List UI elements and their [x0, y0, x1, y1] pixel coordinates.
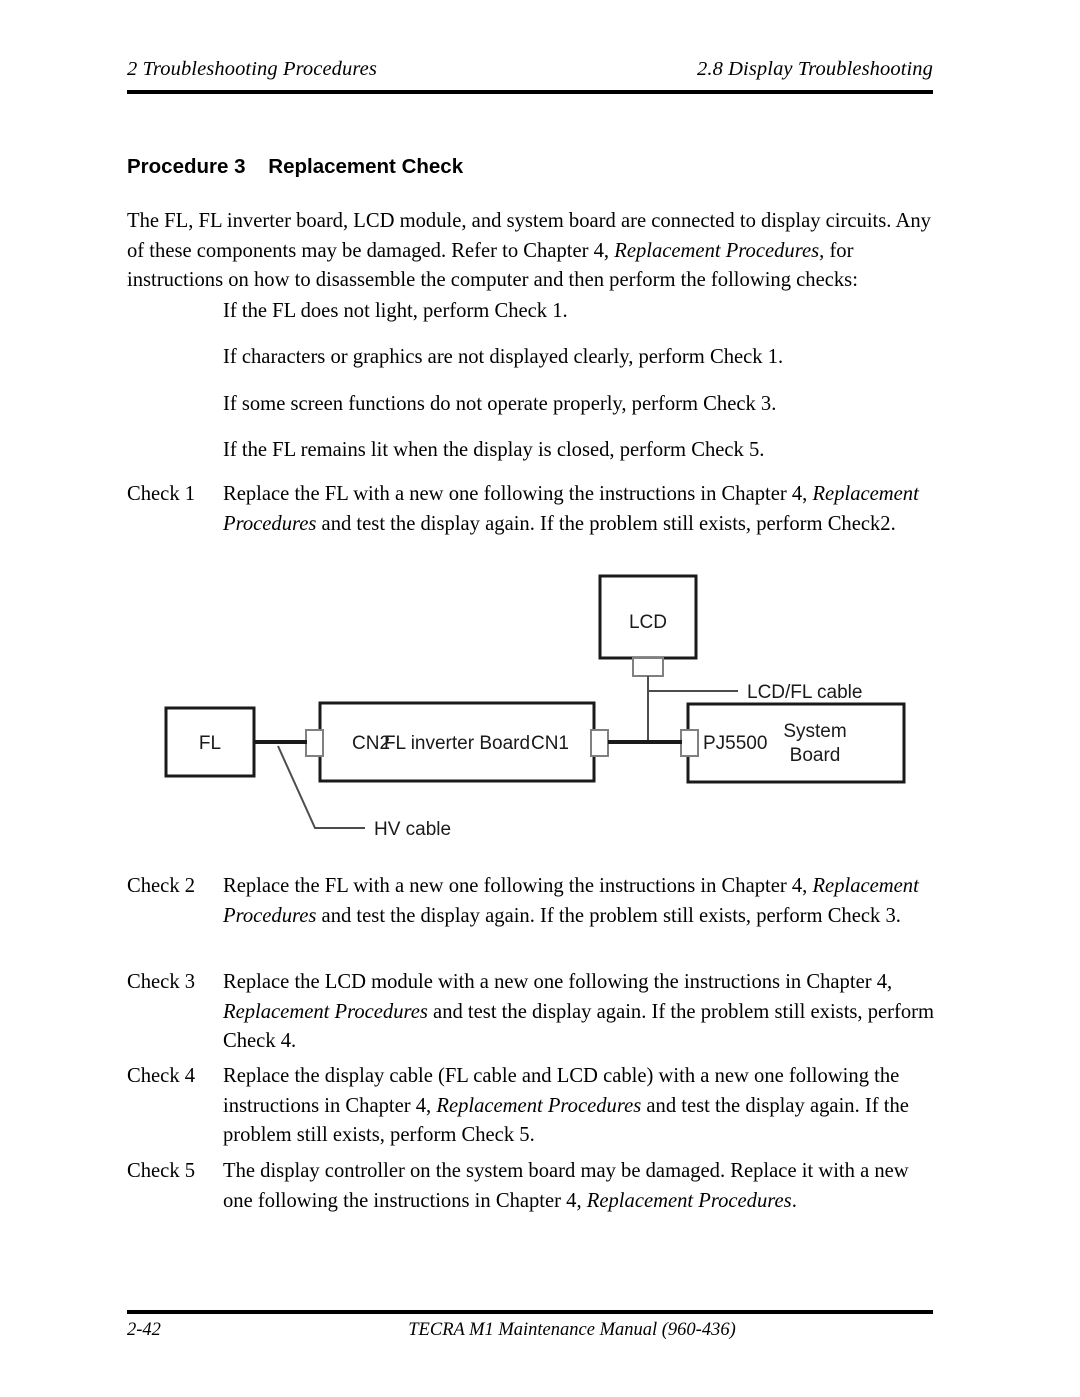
- check-3-before: Replace the LCD module with a new one fo…: [223, 971, 893, 993]
- check-1-after: and test the display again. If the probl…: [316, 512, 896, 535]
- lcd-fl-cable-label: LCD/FL cable: [747, 682, 862, 703]
- check-4-italic: Replacement Procedures: [436, 1094, 642, 1117]
- check-block-2: Check 2 Replace the FL with a new one fo…: [127, 872, 933, 964]
- condition-line-4: If the FL remains lit when the display i…: [223, 439, 765, 461]
- check-2-after: and test the display again. If the probl…: [316, 904, 901, 927]
- hv-cable-label: HV cable: [374, 819, 451, 840]
- running-head-left: 2 Troubleshooting Procedures: [127, 58, 377, 80]
- cn2-connector-tab: [305, 729, 324, 757]
- condition-line-3: If some screen functions do not operate …: [223, 393, 777, 415]
- check-block-5: Check 5 The display controller on the sy…: [127, 1157, 933, 1219]
- check-block-4: Check 4 Replace the display cable (FL ca…: [127, 1062, 933, 1154]
- intro-italic-title: Replacement Procedures,: [614, 239, 825, 262]
- check-label-5: Check 5: [127, 1160, 196, 1182]
- fl-label: FL: [199, 733, 221, 754]
- check-5-italic: Replacement Procedures: [586, 1189, 792, 1212]
- condition-line-1: If the FL does not light, perform Check …: [223, 300, 568, 322]
- check-3-italic: Replacement Procedures: [223, 1000, 428, 1023]
- check-body-5: The display controller on the system boa…: [223, 1157, 935, 1216]
- check-body-3: Replace the LCD module with a new one fo…: [223, 968, 935, 1057]
- check-1-before: Replace the FL with a new one following …: [223, 483, 813, 505]
- pj5500-connector-tab: [680, 729, 699, 757]
- cn1-label: CN1: [531, 733, 569, 754]
- check-body-1: Replace the FL with a new one following …: [223, 480, 935, 539]
- system-board-label-line2: Board: [790, 745, 841, 766]
- check-body-2: Replace the FL with a new one following …: [223, 872, 935, 931]
- lcd-connector-tab: [632, 657, 664, 677]
- check-5-after: .: [791, 1189, 797, 1212]
- check-block-3: Check 3 Replace the LCD module with a ne…: [127, 968, 935, 1060]
- check-label-2: Check 2: [127, 875, 196, 897]
- check-label-1: Check 1: [127, 483, 196, 505]
- running-head: 2 Troubleshooting Procedures 2.8 Display…: [127, 58, 933, 81]
- intro-paragraph: The FL, FL inverter board, LCD module, a…: [127, 207, 933, 296]
- check-label-3: Check 3: [127, 971, 196, 993]
- check-block-1: Check 1 Replace the FL with a new one fo…: [127, 480, 933, 572]
- header-rule: [127, 90, 933, 94]
- check-body-4: Replace the display cable (FL cable and …: [223, 1062, 935, 1151]
- document-page: 2 Troubleshooting Procedures 2.8 Display…: [0, 0, 1080, 1397]
- footer-rule: [127, 1310, 933, 1314]
- lcd-label: LCD: [629, 612, 667, 633]
- page-title: Procedure 3 Replacement Check: [127, 155, 464, 178]
- cn1-connector-tab: [590, 729, 609, 757]
- check-5-before: The display controller on the system boa…: [223, 1160, 909, 1212]
- pj5500-label: PJ5500: [703, 733, 767, 754]
- check-2-before: Replace the FL with a new one following …: [223, 875, 813, 897]
- display-circuit-block-diagram: LCD FL CN2 FL inverter Board CN1 PJ5500 …: [150, 560, 920, 850]
- footer-manual-title: TECRA M1 Maintenance Manual (960-436): [408, 1320, 736, 1340]
- fl-inverter-board-label: FL inverter Board: [384, 733, 530, 754]
- system-board-label-line1: System: [783, 721, 846, 742]
- check-label-4: Check 4: [127, 1065, 196, 1087]
- running-head-right: 2.8 Display Troubleshooting: [697, 58, 933, 80]
- condition-line-2: If characters or graphics are not displa…: [223, 346, 784, 368]
